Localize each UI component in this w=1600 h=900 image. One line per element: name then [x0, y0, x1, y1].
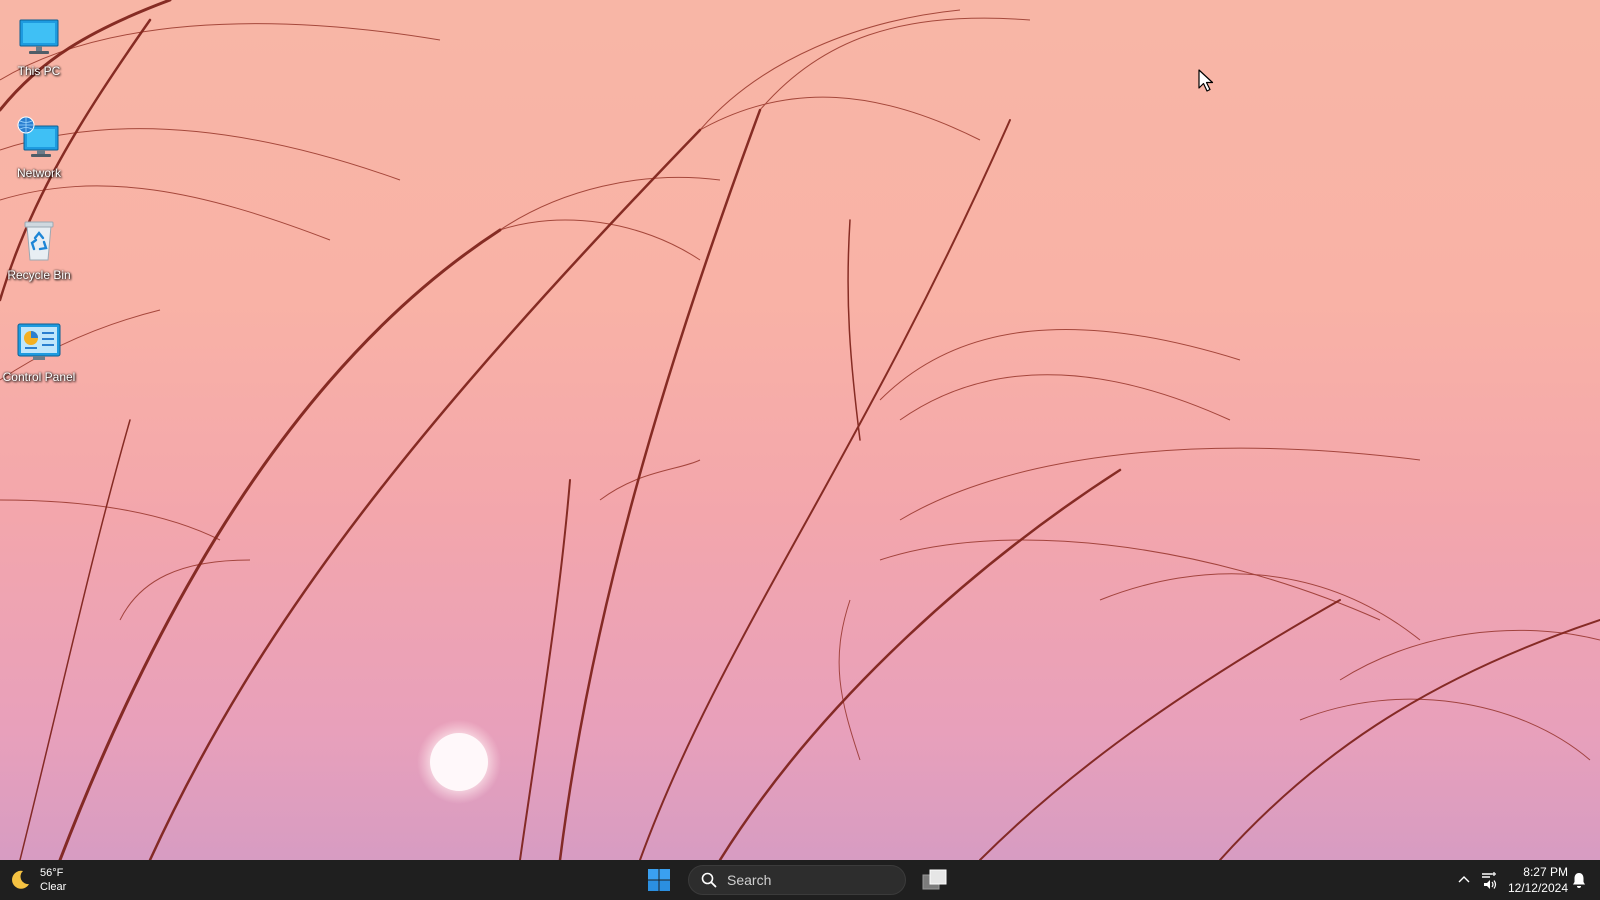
- desktop-icon-label: Network: [16, 166, 61, 180]
- chevron-up-icon[interactable]: [1456, 872, 1472, 888]
- search-box[interactable]: Search: [688, 865, 906, 895]
- clock-date: 12/12/2024: [1507, 881, 1568, 895]
- desktop-icon-control-panel[interactable]: Control Panel: [2, 310, 76, 402]
- bell-icon[interactable]: [1570, 871, 1588, 889]
- weather-condition: Clear: [40, 881, 67, 893]
- clock[interactable]: 8:27 PM 12/12/2024: [1502, 864, 1568, 896]
- desktop-icon-label: This PC: [17, 64, 61, 78]
- desktop-icon-label: Control Panel: [2, 370, 76, 384]
- windows-logo-icon: [648, 869, 670, 891]
- monitor-icon: [19, 19, 59, 54]
- clock-time: 8:27 PM: [1523, 865, 1568, 879]
- search-placeholder: Search: [727, 872, 772, 888]
- start-button[interactable]: [647, 868, 671, 892]
- desktop-icon-label: Recycle Bin: [7, 268, 71, 282]
- mouse-cursor-icon: [1198, 69, 1214, 92]
- task-view-icon[interactable]: [922, 868, 948, 892]
- network-icon: [17, 116, 59, 157]
- search-icon: [701, 872, 717, 888]
- weather-widget[interactable]: 56°F Clear: [8, 866, 66, 894]
- network-volume-icon[interactable]: [1480, 870, 1500, 890]
- desktop-icon-this-pc[interactable]: This PC: [2, 4, 76, 96]
- moon-icon: [12, 870, 29, 889]
- desktop[interactable]: This PC Network Recycle Bin Control Pane…: [0, 0, 1600, 860]
- recycle-bin-icon: [24, 221, 54, 261]
- wallpaper-grass-image: [0, 0, 1600, 860]
- desktop-icon-network[interactable]: Network: [2, 106, 76, 198]
- weather-temperature: 56°F: [40, 867, 64, 879]
- desktop-icon-recycle-bin[interactable]: Recycle Bin: [2, 208, 76, 300]
- taskbar: 56°F Clear Search 8:27 PM 12/12/2024: [0, 860, 1600, 900]
- control-panel-icon: [17, 323, 61, 360]
